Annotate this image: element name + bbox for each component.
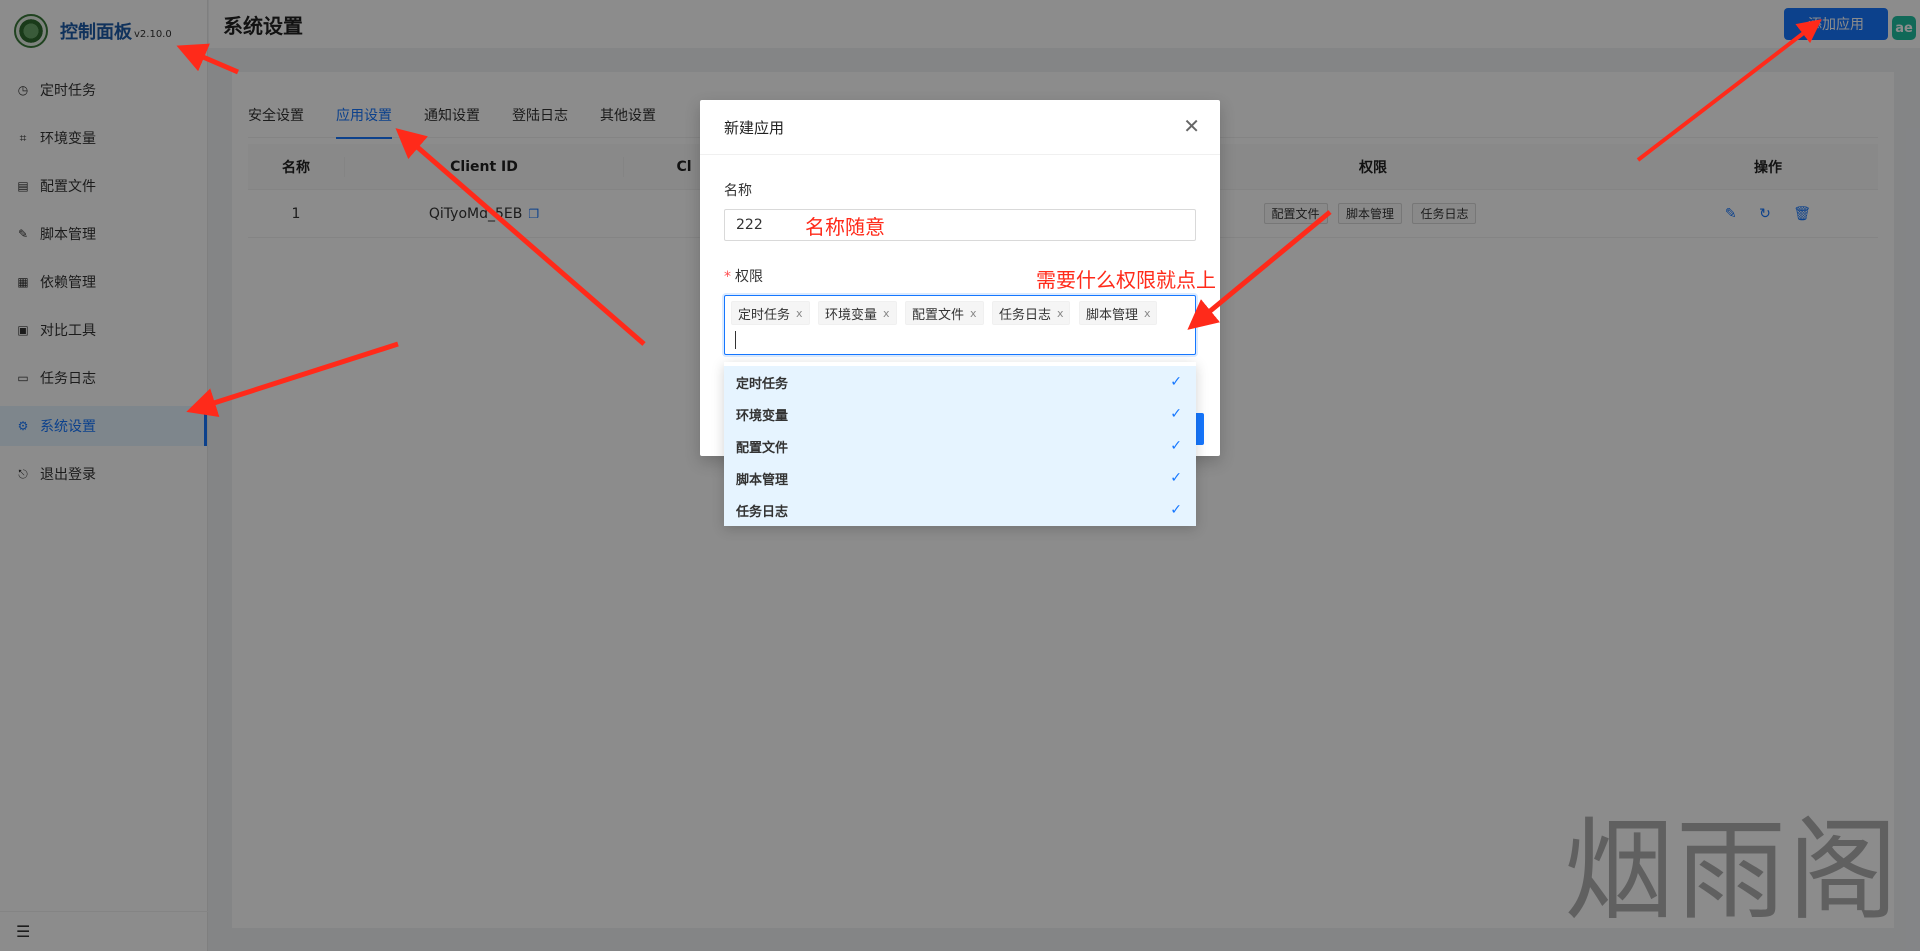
watermark: 烟雨阁	[1564, 807, 1900, 935]
arrow-to-add-button	[1636, 19, 1822, 162]
annotation-permission-note: 需要什么权限就点上	[1036, 268, 1216, 292]
arrow-to-logo	[176, 43, 239, 75]
arrow-to-app-tab	[395, 128, 646, 346]
arrow-to-settings-menu	[186, 341, 399, 417]
annotation-name-note: 名称随意	[805, 215, 885, 239]
